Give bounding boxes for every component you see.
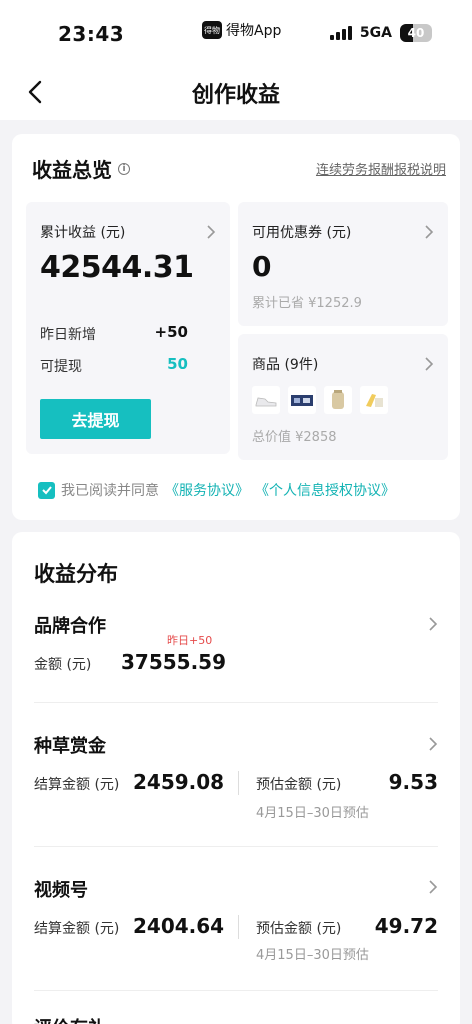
video-estimate-note: 4月15日–30日预估 <box>256 948 369 963</box>
video-settled-value: 2404.64 <box>133 914 225 938</box>
goods-box[interactable]: 商品 (9件) 总价值 ¥2858 <box>238 334 448 460</box>
video-estimate-label: 预估金额 (元) <box>256 921 342 937</box>
grass-estimate-note: 4月15日–30日预估 <box>256 806 369 821</box>
coupon-value: 0 <box>252 250 271 283</box>
overview-title-group: 收益总览 i <box>32 154 130 183</box>
total-earnings-label: 累计收益 (元) <box>40 225 126 241</box>
withdrawable-label: 可提现 <box>40 359 82 375</box>
earnings-distribution-card: 收益分布 品牌合作 昨日+50 金额 (元) 37555.59 种草赏金 结算金… <box>12 532 460 1024</box>
earnings-overview-card: 收益总览 i 连续劳务报酬报税说明 累计收益 (元) 42544.31 昨日新增… <box>12 134 460 520</box>
status-time: 23:43 <box>58 22 125 46</box>
chevron-right-icon <box>425 225 434 239</box>
privacy-agreement-link[interactable]: 《个人信息授权协议》 <box>255 480 395 500</box>
status-bar: 23:43 得物 得物App 5GA 40 <box>0 0 472 64</box>
goods-thumbnail-shoe[interactable] <box>252 386 280 414</box>
coupon-label: 可用优惠券 (元) <box>252 225 352 241</box>
grass-settled-value: 2459.08 <box>133 770 225 794</box>
status-app-indicator[interactable]: 得物 得物App <box>202 20 281 40</box>
checkmark-icon <box>41 486 52 495</box>
status-indicators: 5GA 40 <box>329 24 432 42</box>
battery-icon: 40 <box>400 24 432 42</box>
total-earnings-value: 42544.31 <box>40 250 194 285</box>
page-title: 创作收益 <box>191 83 280 108</box>
goods-total-value: 总价值 ¥2858 <box>252 430 337 445</box>
chevron-right-icon <box>429 737 438 751</box>
info-icon[interactable]: i <box>118 162 130 175</box>
video-estimate-value: 49.72 <box>374 914 438 938</box>
goods-label: 商品 (9件) <box>252 357 319 373</box>
chevron-right-icon <box>429 880 438 894</box>
yesterday-increase-tag: 昨日+50 <box>167 634 213 647</box>
goods-thumbnails <box>252 386 388 414</box>
grass-estimate-value: 9.53 <box>388 770 438 794</box>
divider <box>34 702 438 703</box>
chevron-right-icon <box>425 357 434 371</box>
video-channel-title: 视频号 <box>34 880 88 901</box>
brand-amount-value: 37555.59 <box>121 650 227 674</box>
goods-thumbnail-bottle[interactable] <box>324 386 352 414</box>
coupon-saved: 累计已省 ¥1252.9 <box>252 296 362 311</box>
tax-explanation-link[interactable]: 连续劳务报酬报税说明 <box>316 159 446 178</box>
video-settled-label: 结算金额 (元) <box>34 921 120 937</box>
yesterday-value: +50 <box>154 323 188 341</box>
brand-cooperation-title: 品牌合作 <box>34 616 106 637</box>
status-app-name: 得物App <box>226 23 282 39</box>
vertical-divider <box>238 915 239 939</box>
vertical-divider <box>238 771 239 795</box>
agreement-checkbox[interactable] <box>38 481 55 499</box>
nav-bar: 创作收益 <box>0 64 472 120</box>
network-type: 5GA <box>359 25 392 41</box>
divider <box>34 990 438 991</box>
chevron-right-icon <box>429 617 438 631</box>
yesterday-label: 昨日新增 <box>40 327 96 343</box>
battery-level: 40 <box>407 26 425 40</box>
goods-thumbnail-box[interactable] <box>288 386 316 414</box>
grass-bounty-title: 种草赏金 <box>34 736 106 757</box>
signal-icon <box>329 26 352 40</box>
coupon-box[interactable]: 可用优惠券 (元) 0 累计已省 ¥1252.9 <box>238 202 448 326</box>
service-agreement-link[interactable]: 《服务协议》 <box>165 480 249 500</box>
withdrawable-value: 50 <box>167 355 188 373</box>
distribution-title: 收益分布 <box>34 562 118 586</box>
divider <box>34 846 438 847</box>
agreement-row: 我已阅读并同意 《服务协议》 《个人信息授权协议》 <box>38 480 395 500</box>
grass-estimate-label: 预估金额 (元) <box>256 777 342 793</box>
brand-amount-label: 金额 (元) <box>34 657 92 673</box>
review-gift-title[interactable]: 评价有礼 <box>34 1014 106 1024</box>
agreement-prefix: 我已阅读并同意 <box>61 483 159 499</box>
goods-thumbnail-item[interactable] <box>360 386 388 414</box>
grass-settled-label: 结算金额 (元) <box>34 777 120 793</box>
overview-title: 收益总览 <box>32 158 112 182</box>
chevron-right-icon <box>207 225 216 239</box>
total-earnings-box[interactable]: 累计收益 (元) 42544.31 昨日新增 +50 可提现 50 去提现 <box>26 202 230 454</box>
app-logo-icon: 得物 <box>202 21 222 39</box>
withdraw-button[interactable]: 去提现 <box>40 399 151 439</box>
